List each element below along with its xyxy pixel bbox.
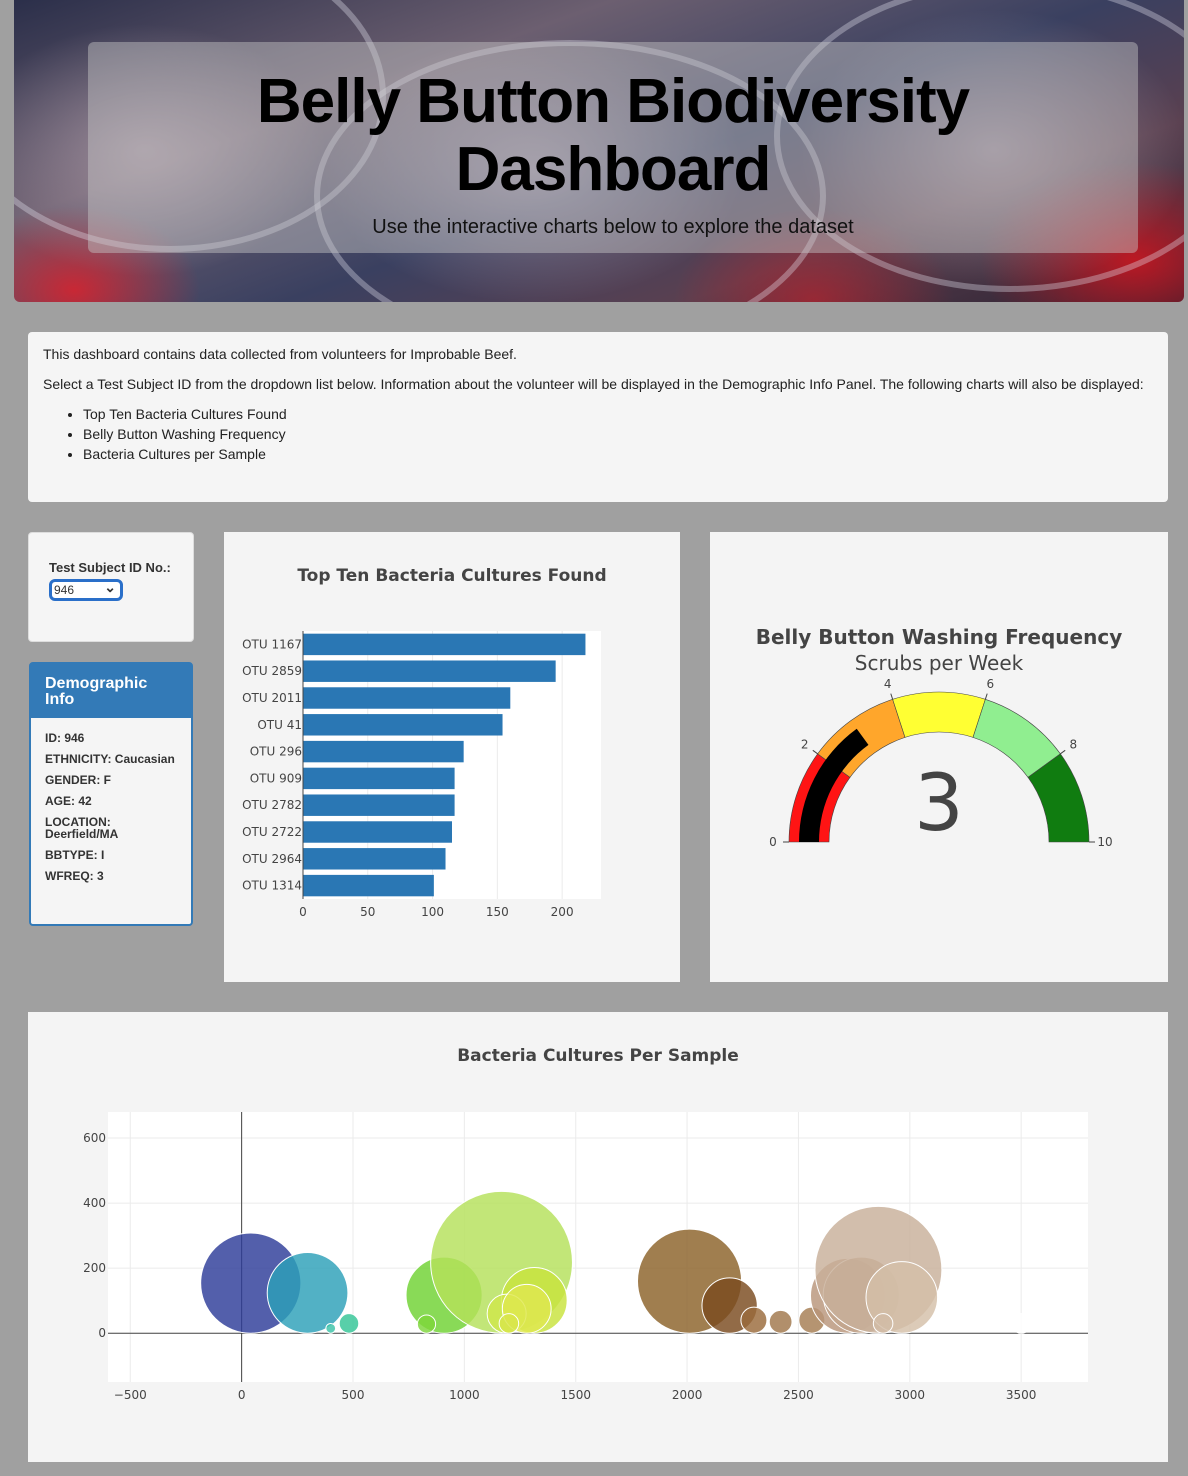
y-tick-label: OTU 1167 [242,637,302,651]
bar [303,794,455,816]
bubble [266,1252,349,1334]
gauge-tick [1060,749,1066,755]
list-item: Bacteria Cultures per Sample [83,444,1153,464]
x-tick-label: 50 [360,905,375,919]
bar-chart-card: Top Ten Bacteria Cultures Found 0 50 100 15… [224,532,680,982]
bubble [498,1313,520,1334]
demographic-location: LOCATION: Deerfield/MA [45,815,119,841]
subject-id-dropdown[interactable]: 946 ⌄ [49,579,123,601]
gauge-tick [812,749,818,755]
demographic-body: ID: 946 ETHNICITY: Caucasian GENDER: F A… [31,718,191,905]
y-tick-label: 600 [83,1131,106,1145]
bar-chart: 0 50 100 150 200 OTU 1167 OTU 2859 OTU 2011 OTU … [242,631,601,919]
bar [303,714,503,736]
bar [303,660,556,682]
header-title-box: Belly Button Biodiversity Dashboard Use … [88,42,1138,253]
bar [303,821,452,843]
demographic-wfreq: WFREQ: 3 [45,869,104,883]
y-tick-label: OTU 296 [250,745,302,759]
x-tick-label: 200 [551,905,574,919]
bar [303,633,586,656]
bar [303,740,464,763]
x-tick-label: 3500 [1006,1388,1037,1402]
chevron-down-icon: ⌄ [104,579,116,595]
bar [303,874,434,897]
gauge-tick-label: 10 [1097,835,1112,849]
bar [303,767,455,790]
demographic-id: ID: 946 [45,731,85,745]
y-tick-label: 400 [83,1196,106,1210]
y-tick-label: 200 [83,1261,106,1275]
x-tick-label: 100 [421,905,444,919]
bubble-chart: −500 0 500 1000 1500 2000 2500 3000 3500 0 200 400 6… [83,1112,1088,1402]
y-tick-label: OTU 1314 [242,879,302,893]
dropdown-value: 946 [54,583,75,597]
bar [303,848,446,870]
y-tick-label: OTU 2964 [242,852,302,866]
page-subtitle: Use the interactive charts below to expl… [372,216,854,238]
gauge-tick-label: 8 [1069,737,1077,751]
demographic-gender: GENDER: F [45,773,111,787]
x-tick-label: 2000 [672,1388,703,1402]
y-tick-label: OTU 41 [257,718,302,732]
y-tick-label: OTU 2859 [242,664,302,678]
bubble [416,1314,437,1334]
y-tick-label: OTU 2011 [242,691,302,705]
demographic-age: AGE: 42 [45,794,92,808]
subject-selector-label: Test Subject ID No.: [49,560,171,575]
x-tick-label: 2500 [783,1388,814,1402]
bubble [740,1306,768,1334]
bubble [768,1309,793,1334]
x-tick-label: 3000 [895,1388,926,1402]
gauge-chart: 0 2 4 6 8 10 3 [769,677,1112,849]
gauge-tick-label: 0 [769,835,777,849]
gauge-tick-label: 4 [884,677,892,691]
chart-list: Top Ten Bacteria Cultures Found Belly Bu… [43,404,1153,464]
demographic-ethnicity: ETHNICITY: Caucasian [45,752,175,766]
bar [303,687,511,709]
bubble-chart-card: Bacteria Cultures Per Sample −500 0 500 100… [28,1012,1168,1462]
list-item: Belly Button Washing Frequency [83,424,1153,444]
bubble [1010,1313,1032,1334]
demographic-panel: Demographic Info ID: 946 ETHNICITY: Cauc… [29,662,193,926]
y-tick-label: OTU 2722 [242,825,302,839]
x-tick-label: 0 [299,905,307,919]
gauge-tick [890,693,894,700]
list-item: Top Ten Bacteria Cultures Found [83,404,1153,424]
x-tick-label: 500 [342,1388,365,1402]
bubble [338,1313,360,1334]
header-banner: Belly Button Biodiversity Dashboard Use … [14,0,1184,302]
x-tick-label: 0 [238,1388,246,1402]
intro-panel: This dashboard contains data collected f… [28,332,1168,502]
gauge-step [892,691,986,738]
gauge-tick [984,693,988,700]
x-tick-label: 1500 [560,1388,591,1402]
gauge-value-label: 3 [914,759,964,849]
y-tick-label: OTU 2782 [242,798,302,812]
demographic-bbtype: BBTYPE: I [45,848,105,862]
gauge-tick-label: 2 [801,737,809,751]
y-tick-label: 0 [98,1326,106,1340]
x-tick-label: −500 [114,1388,147,1402]
x-tick-label: 150 [486,905,509,919]
subject-selector-panel: Test Subject ID No.: 946 ⌄ [28,532,194,642]
page-title: Belly Button Biodiversity Dashboard [256,67,970,204]
y-tick-label: OTU 909 [250,771,302,785]
bubble [325,1322,337,1334]
intro-instructions: Select a Test Subject ID from the dropdo… [43,376,1144,392]
intro-text: This dashboard contains data collected f… [43,346,517,362]
gauge-tick-label: 6 [986,677,994,691]
x-tick-label: 1000 [449,1388,480,1402]
demographic-panel-title: Demographic Info [31,664,191,718]
gauge-chart-card: Belly Button Washing Frequency Scrubs pe… [710,532,1168,982]
bubble [872,1313,894,1334]
